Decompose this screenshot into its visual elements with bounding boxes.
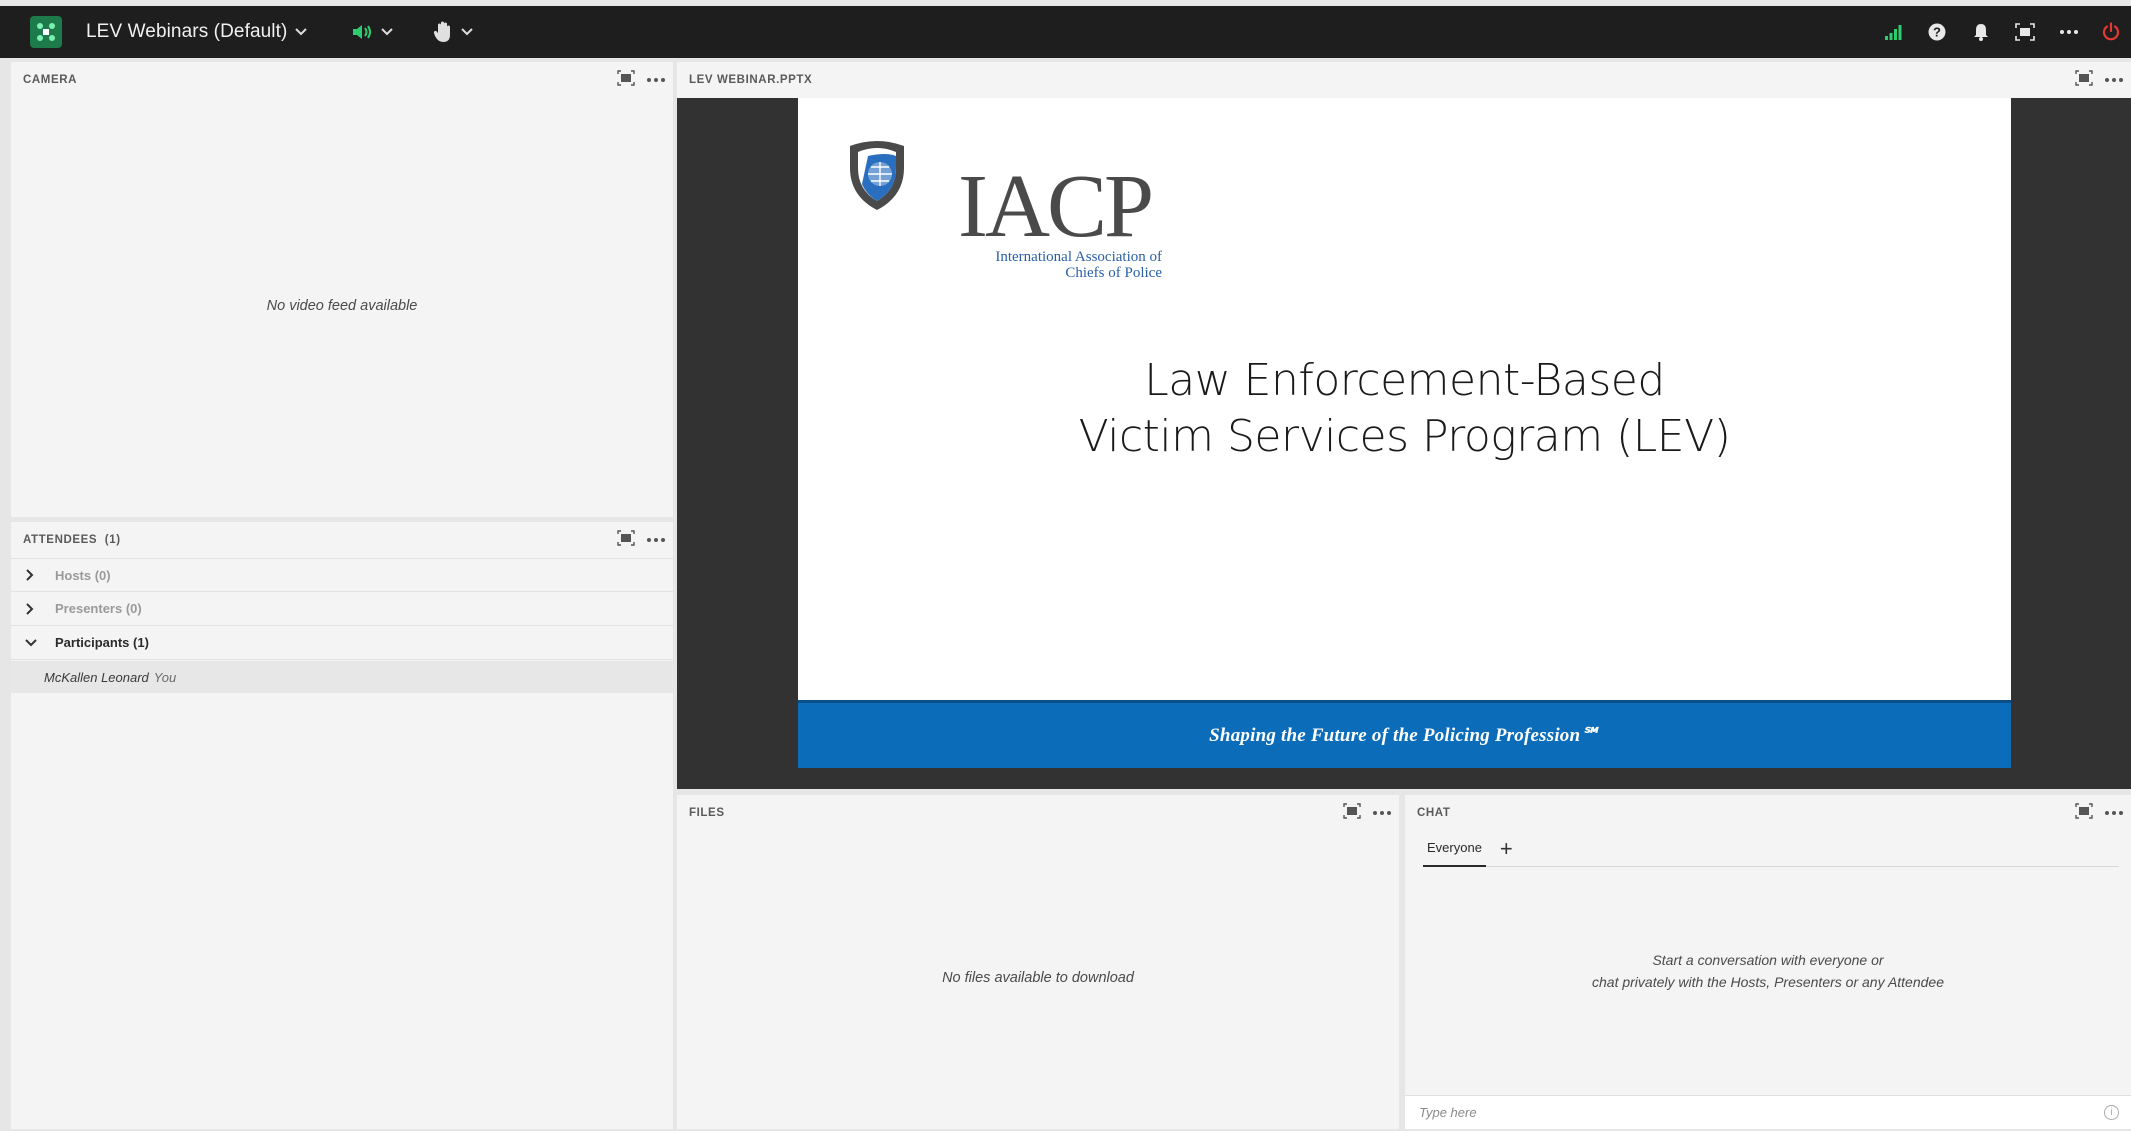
logo-wordmark: IACP	[958, 157, 1154, 256]
pod-options-icon[interactable]	[647, 78, 665, 82]
maximize-pod-icon[interactable]	[1343, 802, 1361, 824]
shield-icon	[850, 141, 904, 210]
room-name-menu[interactable]: LEV Webinars (Default)	[86, 21, 287, 43]
pod-options-icon[interactable]	[2105, 811, 2123, 815]
camera-empty-message: No video feed available	[266, 298, 418, 314]
top-bar: LEV Webinars (Default) ?	[0, 0, 2131, 58]
presentation-slide: IACP International Association of Chiefs…	[798, 98, 2011, 768]
chat-tab-bar: Everyone +	[1423, 831, 2119, 867]
maximize-pod-icon[interactable]	[617, 529, 635, 551]
files-pod: FILES No files available to download	[677, 795, 1399, 1129]
chat-pod-title: CHAT	[1417, 807, 1451, 819]
raise-hand-icon[interactable]	[433, 21, 474, 43]
add-chat-tab-button[interactable]: +	[1500, 837, 1513, 860]
chat-empty-line: Start a conversation with everyone or	[1652, 952, 1884, 968]
share-pod-title: LEV WEBINAR.PPTX	[689, 74, 813, 86]
chevron-right-icon	[25, 569, 43, 581]
maximize-pod-icon[interactable]	[617, 69, 635, 91]
attendee-group-hosts[interactable]: Hosts (0)	[11, 558, 673, 592]
pod-options-icon[interactable]	[1373, 811, 1391, 815]
slide-banner-text: Shaping the Future of the Policing Profe…	[1209, 725, 1600, 746]
slide-title-line: Victim Services Program (LEV)	[1078, 411, 1731, 462]
presentation-viewer: IACP International Association of Chiefs…	[677, 98, 2131, 789]
power-icon[interactable]	[2091, 22, 2131, 42]
maximize-pod-icon[interactable]	[2075, 802, 2093, 824]
fullscreen-icon[interactable]	[2003, 23, 2047, 41]
pod-options-icon[interactable]	[2105, 78, 2123, 82]
notification-icon[interactable]	[1959, 23, 2003, 41]
iacp-logo: IACP International Association of Chiefs…	[846, 134, 1162, 281]
chat-input[interactable]: Type here i	[1405, 1095, 2131, 1129]
slide-banner: Shaping the Future of the Policing Profe…	[798, 700, 2011, 768]
chat-empty-message: Start a conversation with everyone or ch…	[1405, 949, 2131, 993]
attendee-group-label: Presenters (0)	[55, 601, 142, 616]
camera-pod: CAMERA No video feed available	[11, 62, 673, 517]
info-icon[interactable]: i	[2104, 1105, 2119, 1120]
attendees-pod-title: ATTENDEES (1)	[23, 534, 121, 546]
files-empty-message: No files available to download	[942, 970, 1134, 986]
chevron-down-icon	[25, 638, 43, 648]
chevron-right-icon	[25, 602, 43, 615]
help-icon[interactable]: ?	[1915, 23, 1959, 41]
app-window: LEV Webinars (Default) ? CAMERA No video…	[0, 0, 2131, 1131]
more-icon[interactable]	[2047, 29, 2091, 35]
attendee-self-tag: You	[153, 669, 177, 685]
share-pod: LEV WEBINAR.PPTX IACP International Asso…	[677, 62, 2131, 789]
svg-text:?: ?	[1933, 25, 1941, 40]
attendee-list-item[interactable]: McKallen Leonard You	[11, 661, 673, 693]
signal-icon[interactable]	[1871, 23, 1915, 41]
chevron-down-icon[interactable]	[295, 23, 308, 41]
speaker-icon[interactable]	[351, 23, 394, 41]
logo-subtitle-line: Chiefs of Police	[1065, 265, 1162, 281]
maximize-pod-icon[interactable]	[2075, 69, 2093, 91]
logo-subtitle: International Association of Chiefs of P…	[962, 249, 1162, 281]
slide-title-line: Law Enforcement-Based	[1144, 355, 1665, 406]
app-logo-icon[interactable]	[30, 16, 62, 48]
slide-title: Law Enforcement-Based Victim Services Pr…	[798, 353, 2011, 465]
files-pod-title: FILES	[689, 807, 725, 819]
chat-empty-line: chat privately with the Hosts, Presenter…	[1592, 974, 1944, 990]
logo-subtitle-line: International Association of	[995, 249, 1162, 265]
attendee-group-label: Participants (1)	[55, 635, 149, 650]
chat-input-placeholder: Type here	[1419, 1105, 1477, 1120]
attendee-group-participants[interactable]: Participants (1)	[11, 626, 673, 660]
attendee-group-presenters[interactable]: Presenters (0)	[11, 592, 673, 626]
camera-pod-title: CAMERA	[23, 74, 78, 86]
pod-options-icon[interactable]	[647, 538, 665, 542]
attendee-name: McKallen Leonard	[44, 669, 149, 685]
chat-tab-everyone[interactable]: Everyone	[1423, 831, 1486, 867]
attendee-group-label: Hosts (0)	[55, 567, 111, 583]
chat-pod: CHAT Everyone + Start a conversation wit…	[1405, 795, 2131, 1129]
attendees-pod: ATTENDEES (1) Hosts (0) Presenters (0) P…	[11, 522, 673, 1129]
